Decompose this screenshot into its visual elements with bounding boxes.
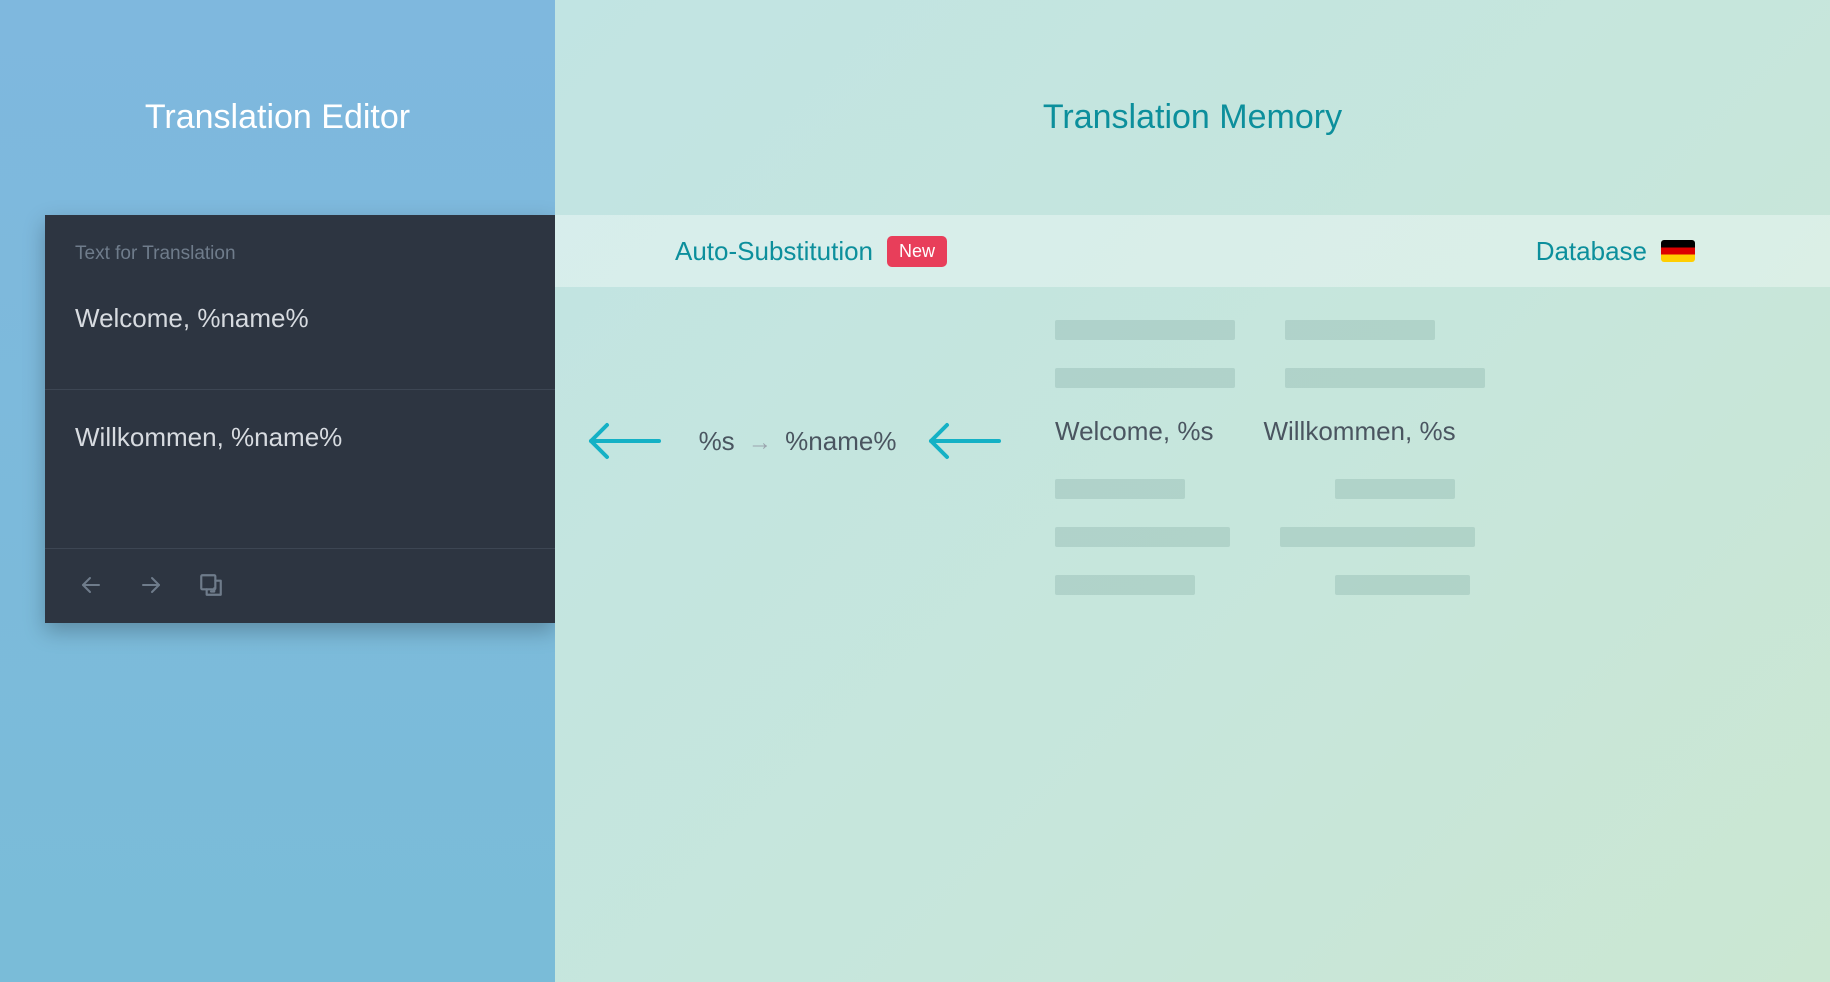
database-label-text: Database	[1536, 236, 1647, 267]
substitution-from: %s	[699, 426, 735, 456]
db-source-text: Welcome, %s	[1055, 416, 1213, 447]
db-placeholder-row	[1055, 479, 1775, 499]
previous-button[interactable]	[75, 569, 107, 601]
arrow-right-icon	[139, 573, 163, 597]
database-grid: Welcome, %s Willkommen, %s	[1055, 320, 1775, 595]
germany-flag-icon	[1661, 240, 1695, 262]
editor-header-label: Text for Translation	[45, 215, 555, 273]
editor-card: Text for Translation Welcome, %name% Wil…	[45, 215, 555, 623]
db-placeholder-cell	[1055, 527, 1230, 547]
arrow-left-icon	[79, 573, 103, 597]
translation-editor-panel: Translation Editor Text for Translation …	[0, 0, 555, 982]
db-placeholder-cell	[1285, 320, 1435, 340]
db-placeholder-cell	[1055, 575, 1195, 595]
substitution-to: %name%	[785, 426, 896, 456]
db-placeholder-cell	[1335, 479, 1455, 499]
db-placeholder-row	[1055, 320, 1775, 340]
target-text-input[interactable]: Willkommen, %name%	[45, 390, 555, 549]
db-placeholder-cell	[1285, 368, 1485, 388]
db-placeholder-cell	[1055, 368, 1235, 388]
db-placeholder-cell	[1055, 479, 1185, 499]
arrow-right-small-icon: →	[748, 429, 772, 456]
substitution-mapping: %s → %name%	[680, 426, 915, 457]
translation-memory-panel: Translation Memory Auto-Substitution New…	[555, 0, 1830, 982]
memory-header-strip: Auto-Substitution New Database	[555, 215, 1830, 287]
db-match-row: Welcome, %s Willkommen, %s	[1055, 416, 1775, 447]
db-placeholder-row	[1055, 368, 1775, 388]
memory-panel-title: Translation Memory	[555, 0, 1830, 137]
copy-icon	[198, 572, 224, 598]
db-placeholder-cell	[1280, 527, 1475, 547]
db-placeholder-cell	[1055, 320, 1235, 340]
editor-toolbar	[45, 549, 555, 623]
copy-source-button[interactable]	[195, 569, 227, 601]
db-target-text: Willkommen, %s	[1263, 416, 1455, 447]
next-button[interactable]	[135, 569, 167, 601]
db-placeholder-row	[1055, 575, 1775, 595]
new-badge: New	[887, 236, 947, 267]
editor-panel-title: Translation Editor	[0, 0, 555, 137]
database-label: Database	[1536, 236, 1695, 267]
flow-arrow-right-icon	[925, 421, 1003, 461]
db-placeholder-row	[1055, 527, 1775, 547]
db-placeholder-cell	[1335, 575, 1470, 595]
flow-arrow-left-icon	[585, 421, 663, 461]
auto-substitution-label: Auto-Substitution	[675, 236, 873, 267]
source-text: Welcome, %name%	[45, 273, 555, 390]
